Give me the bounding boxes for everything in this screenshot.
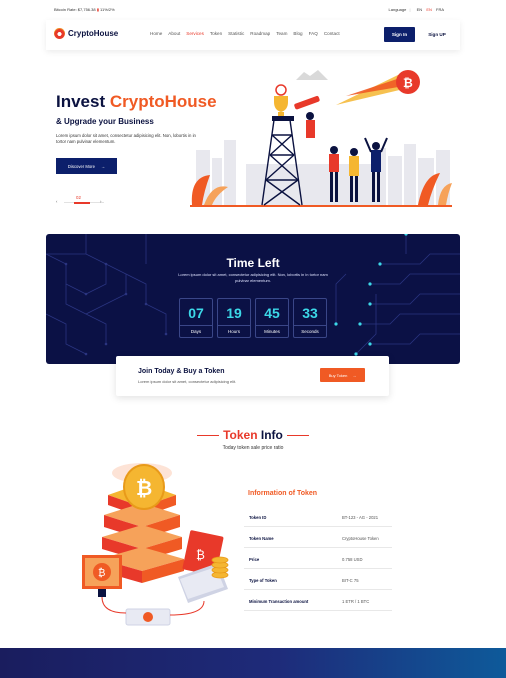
countdown-days-value: 07 [188, 305, 204, 321]
logo-icon [54, 28, 65, 39]
token-row-value: BT-123 - AG - 2021 [342, 515, 379, 520]
table-row: Price 0.758 USD [244, 548, 392, 569]
nav-statistic[interactable]: Statistic [228, 31, 244, 36]
countdown-seconds-label: Seconds [294, 325, 326, 337]
svg-text:₿: ₿ [403, 76, 413, 90]
token-info-heading: Token Info [0, 428, 506, 442]
token-subtitle: Today token sale price ratio [222, 445, 284, 451]
nav-services[interactable]: Services [186, 31, 204, 36]
arrow-right-icon: → [352, 372, 357, 378]
top-info-bar: Bitcoin Rate: $7,756.38 ▮ 11%/2% Languag… [0, 0, 506, 18]
token-row-key: Price [249, 557, 260, 562]
countdown-minutes-label: Minutes [256, 325, 288, 337]
token-row-value: 0.758 USD [342, 557, 363, 562]
countdown-boxes: 07 Days 19 Hours 45 Minutes 33 Seconds [179, 298, 327, 338]
join-description: Lorem ipsum dolor sit amet, consectetur … [138, 379, 237, 384]
countdown-section: Time Left Lorem ipsum dolor sit amet, co… [46, 234, 460, 364]
heading-dash-right [286, 435, 309, 437]
token-row-value: BIT-C 75 [342, 578, 359, 583]
buy-token-label: Buy Token [328, 372, 348, 378]
token-row-key: Minimum Transaction amount [249, 599, 309, 604]
nav-faq[interactable]: FAQ [309, 31, 318, 36]
token-title-navy: Info [260, 428, 283, 442]
language-switcher: Language | EN EN FRA [389, 7, 444, 12]
nav-roadmap[interactable]: Roadmap [250, 31, 270, 36]
sign-up-button[interactable]: Sign UP [422, 27, 452, 42]
hero-title-part1: Invest [56, 92, 110, 111]
arrow-right-icon: → [100, 163, 106, 169]
nav-contact[interactable]: Contact [324, 31, 340, 36]
table-row: Token Name CryptoHouse Token [244, 527, 392, 548]
svg-text:₿: ₿ [98, 567, 105, 579]
join-card: Join Today & Buy a Token Lorem ipsum dol… [116, 356, 389, 396]
hero-slider-control: ‹ 02 › [56, 195, 106, 207]
svg-text:₿: ₿ [196, 548, 205, 562]
language-label: Language [388, 7, 407, 12]
slide-progress-fill [74, 201, 90, 204]
bitcoin-rate-text: Bitcoin Rate: $7,756.38 [54, 7, 96, 12]
nav-token[interactable]: Token [210, 31, 222, 36]
countdown-days: 07 Days [179, 298, 213, 338]
footer-band [0, 648, 506, 678]
countdown-hours: 19 Hours [217, 298, 251, 338]
token-row-value: CryptoHouse Token [342, 536, 379, 541]
nav-about[interactable]: About [168, 31, 180, 36]
token-info-table: Token ID BT-123 - AG - 2021 Token Name C… [244, 506, 392, 611]
token-row-key: Token ID [249, 515, 267, 520]
hero-subtitle: & Upgrade your Business [56, 117, 154, 126]
table-row: Token ID BT-123 - AG - 2021 [244, 506, 392, 527]
chevron-left-icon[interactable]: ‹ [56, 199, 57, 204]
discover-more-label: Discover More [67, 163, 95, 169]
countdown-minutes-value: 45 [264, 305, 280, 321]
token-illustration: ₿ ₿ ₿ [82, 463, 229, 626]
site-header: CryptoHouse Home About Services Token St… [46, 20, 460, 50]
logo[interactable]: CryptoHouse [54, 28, 118, 39]
hero-illustration: ₿ [190, 70, 452, 207]
heading-dash-left [197, 435, 220, 437]
countdown-seconds-value: 33 [302, 305, 318, 321]
sign-in-button[interactable]: Sign In [384, 27, 415, 42]
chevron-right-icon[interactable]: › [100, 199, 101, 204]
nav-team[interactable]: Team [276, 31, 287, 36]
table-row: Type of Token BIT-C 75 [244, 569, 392, 590]
join-title: Join Today & Buy a Token [138, 368, 225, 375]
countdown-days-label: Days [180, 325, 212, 337]
discover-more-button[interactable]: Discover More → [56, 158, 117, 174]
language-option-en[interactable]: EN [417, 7, 423, 12]
logo-text: CryptoHouse [68, 29, 119, 38]
bitcoin-rate: Bitcoin Rate: $7,756.38 ▮ 11%/2% [54, 7, 115, 12]
countdown-hours-value: 19 [226, 305, 242, 321]
token-row-key: Type of Token [249, 578, 277, 583]
countdown-hours-label: Hours [218, 325, 250, 337]
token-row-key: Token Name [249, 536, 274, 541]
countdown-minutes: 45 Minutes [255, 298, 289, 338]
slide-number: 02 [76, 195, 81, 200]
language-option-fra[interactable]: FRA [436, 7, 444, 12]
token-info-title: Information of Token [248, 490, 318, 497]
token-title-red: Token [223, 428, 258, 442]
buy-token-button[interactable]: Buy Token → [320, 368, 365, 382]
countdown-seconds: 33 Seconds [293, 298, 327, 338]
slide-progress [64, 201, 104, 204]
rate-change-text: 11%/2% [100, 7, 115, 12]
countdown-description: Lorem ipsum dolor sit amet, consectetur … [178, 272, 328, 283]
language-option-en-active[interactable]: EN [426, 7, 432, 12]
countdown-title: Time Left [226, 256, 280, 270]
rate-change-icon: ▮ [96, 7, 99, 12]
svg-text:₿: ₿ [136, 476, 152, 500]
hero-description: Lorem ipsum dolor sit amet, consectetur … [56, 133, 196, 144]
nav-blog[interactable]: Blog [293, 31, 302, 36]
language-divider: | [409, 7, 411, 12]
table-row: Minimum Transaction amount 1 ETR / 1 BTC [244, 590, 392, 611]
main-nav: Home About Services Token Statistic Road… [150, 31, 346, 36]
token-row-value: 1 ETR / 1 BTC [342, 599, 370, 604]
nav-home[interactable]: Home [150, 31, 162, 36]
